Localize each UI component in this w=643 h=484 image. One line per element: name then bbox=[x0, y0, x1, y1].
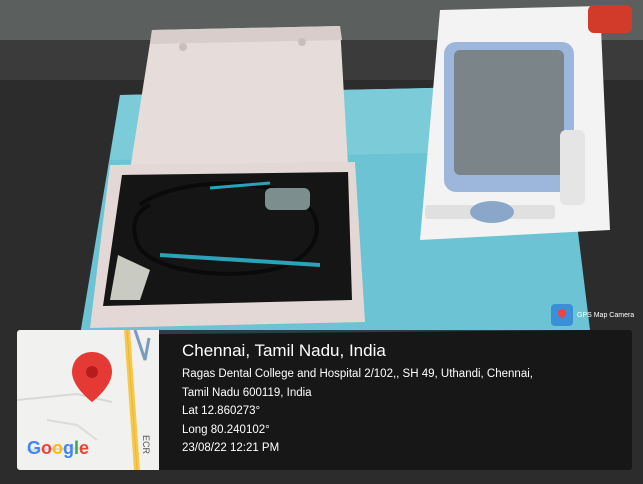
gps-map-camera-icon bbox=[551, 304, 573, 326]
photo-scene: GPS Map Camera ECR Google Chennai, Tamil… bbox=[0, 0, 643, 484]
address-line-2: Tamil Nadu 600119, India bbox=[182, 386, 312, 399]
google-logo: Google bbox=[27, 438, 90, 458]
map-thumbnail: ECR Google bbox=[17, 330, 159, 470]
badge-label: GPS Map Camera bbox=[577, 311, 635, 319]
address-line-1: Ragas Dental College and Hospital 2/102,… bbox=[182, 368, 533, 380]
latitude: Lat 12.860273° bbox=[182, 405, 261, 417]
longitude: Long 80.240102° bbox=[182, 423, 270, 436]
timestamp: 23/08/22 12:21 PM bbox=[182, 442, 280, 454]
city-title: Chennai, Tamil Nadu, India bbox=[182, 341, 386, 360]
gps-camera-badge: GPS Map Camera bbox=[551, 302, 635, 328]
case-lid bbox=[130, 26, 348, 170]
location-info: Chennai, Tamil Nadu, India Ragas Dental … bbox=[182, 340, 622, 458]
road-label: ECR bbox=[141, 435, 151, 455]
